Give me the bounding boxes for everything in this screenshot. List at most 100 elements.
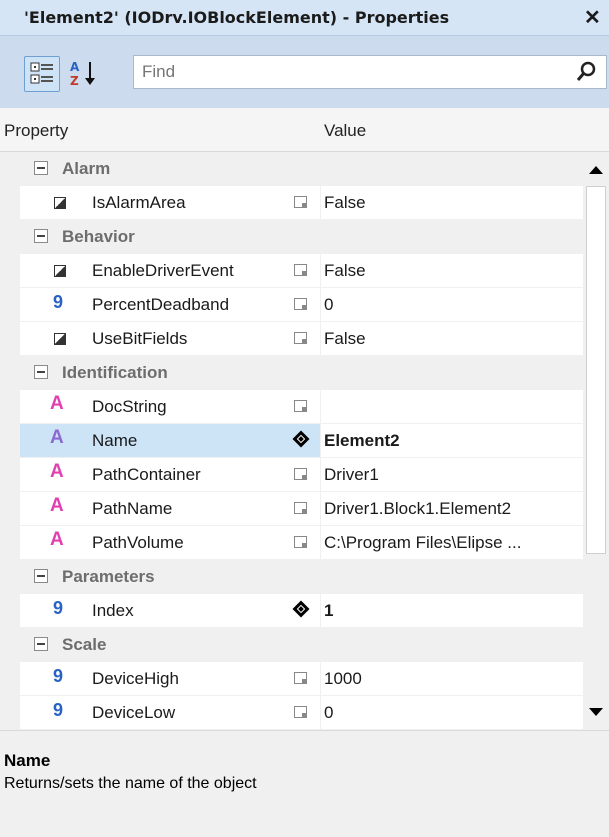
property-value[interactable]: Element2 — [324, 431, 400, 451]
property-value[interactable]: 1 — [324, 601, 333, 621]
close-icon[interactable]: ✕ — [584, 5, 601, 30]
property-name: IsAlarmArea — [92, 193, 186, 212]
property-value[interactable]: 0 — [324, 295, 333, 315]
title-bar: 'Element2' (IODrv.IOBlockElement) - Prop… — [0, 0, 609, 36]
property-row[interactable]: IsAlarmArea False — [20, 186, 583, 220]
modified-icon — [290, 594, 320, 627]
number-icon: 9 — [53, 292, 64, 312]
description-text: Returns/sets the name of the object — [4, 775, 257, 792]
category-row[interactable]: Scale — [20, 628, 583, 662]
boolean-icon — [50, 322, 74, 355]
scroll-down-button[interactable] — [583, 696, 609, 730]
property-row[interactable]: DocString A — [20, 390, 583, 424]
search-icon[interactable] — [576, 60, 598, 84]
property-name: PathName — [92, 499, 173, 518]
column-divider[interactable] — [320, 390, 321, 424]
property-name: DeviceHigh — [92, 669, 179, 688]
property-row[interactable]: UseBitFields False — [20, 322, 583, 356]
property-value[interactable]: 1000 — [324, 669, 362, 689]
svg-text:A: A — [70, 60, 80, 74]
category-row[interactable]: Identification — [20, 356, 583, 390]
collapse-icon[interactable] — [34, 569, 48, 583]
category-row[interactable]: Alarm — [20, 152, 583, 186]
column-divider[interactable] — [320, 662, 321, 696]
collapse-icon[interactable] — [34, 365, 48, 379]
default-value-icon — [290, 254, 320, 287]
default-value-icon — [290, 662, 320, 695]
property-name: Index — [92, 601, 134, 620]
property-row[interactable]: Index 9 1 — [20, 594, 583, 628]
property-value[interactable]: C:\Program Files\Elipse ... — [324, 533, 521, 553]
description-panel: Name Returns/sets the name of the object — [0, 730, 609, 837]
property-value[interactable]: False — [324, 261, 366, 281]
column-divider[interactable] — [320, 288, 321, 322]
collapse-icon[interactable] — [34, 637, 48, 651]
string-icon: A — [50, 495, 64, 516]
default-value-icon — [290, 492, 320, 525]
number-icon: 9 — [53, 598, 64, 618]
category-row[interactable]: Parameters — [20, 560, 583, 594]
property-row[interactable]: DeviceHigh 9 1000 — [20, 662, 583, 696]
column-divider[interactable] — [320, 254, 321, 288]
modified-icon — [290, 424, 320, 457]
collapse-icon[interactable] — [34, 229, 48, 243]
category-row[interactable]: Behavior — [20, 220, 583, 254]
categorized-icon — [30, 62, 53, 84]
default-value-icon — [290, 186, 320, 219]
categorized-button[interactable] — [24, 56, 60, 92]
boolean-icon — [50, 186, 74, 219]
column-divider[interactable] — [320, 322, 321, 356]
category-label: Scale — [62, 635, 107, 654]
category-label: Identification — [62, 363, 168, 382]
default-value-icon — [290, 322, 320, 355]
search-input[interactable] — [142, 61, 562, 83]
toolbar: A Z — [0, 36, 609, 108]
property-row[interactable]: PercentDeadband 9 0 — [20, 288, 583, 322]
scroll-thumb[interactable] — [586, 186, 606, 554]
window-title: 'Element2' (IODrv.IOBlockElement) - Prop… — [24, 8, 450, 27]
default-value-icon — [290, 390, 320, 423]
boolean-icon — [50, 254, 74, 287]
default-value-icon — [290, 288, 320, 321]
category-label: Alarm — [62, 159, 111, 178]
vertical-scrollbar[interactable] — [583, 152, 609, 730]
property-row[interactable]: PathVolume A C:\Program Files\Elipse ... — [20, 526, 583, 560]
property-row[interactable]: DeviceLow 9 0 — [20, 696, 583, 730]
scroll-up-button[interactable] — [583, 152, 609, 186]
column-divider[interactable] — [320, 492, 321, 526]
grid-gutter — [0, 152, 20, 730]
property-name: DocString — [92, 397, 167, 416]
search-box[interactable] — [133, 55, 607, 89]
property-value[interactable]: Driver1 — [324, 465, 379, 485]
property-value[interactable]: Driver1.Block1.Element2 — [324, 499, 511, 519]
number-icon: 9 — [53, 700, 64, 720]
property-value[interactable]: 0 — [324, 703, 333, 723]
string-icon: A — [50, 393, 64, 414]
property-value[interactable]: False — [324, 193, 366, 213]
property-name: PercentDeadband — [92, 295, 230, 314]
value-column-header[interactable]: Value — [324, 121, 366, 141]
string-icon: A — [50, 529, 64, 550]
property-row[interactable]: Name A Element2 — [20, 424, 583, 458]
collapse-icon[interactable] — [34, 161, 48, 175]
column-divider[interactable] — [320, 526, 321, 560]
default-value-icon — [290, 526, 320, 559]
property-value[interactable]: False — [324, 329, 366, 349]
arrow-up-icon — [589, 166, 603, 174]
description-title: Name — [4, 751, 51, 770]
column-divider[interactable] — [320, 594, 321, 628]
column-header: Property Value — [0, 108, 609, 152]
property-row[interactable]: PathContainer A Driver1 — [20, 458, 583, 492]
property-row[interactable]: PathName A Driver1.Block1.Element2 — [20, 492, 583, 526]
property-column-header[interactable]: Property — [4, 121, 68, 141]
property-name: DeviceLow — [92, 703, 176, 722]
column-divider[interactable] — [320, 696, 321, 730]
column-divider[interactable] — [320, 186, 321, 220]
category-label: Behavior — [62, 227, 135, 246]
alphabetical-button[interactable]: A Z — [68, 56, 104, 92]
string-icon: A — [50, 461, 64, 482]
column-divider[interactable] — [320, 458, 321, 492]
category-label: Parameters — [62, 567, 155, 586]
column-divider[interactable] — [320, 424, 321, 458]
property-row[interactable]: EnableDriverEvent False — [20, 254, 583, 288]
